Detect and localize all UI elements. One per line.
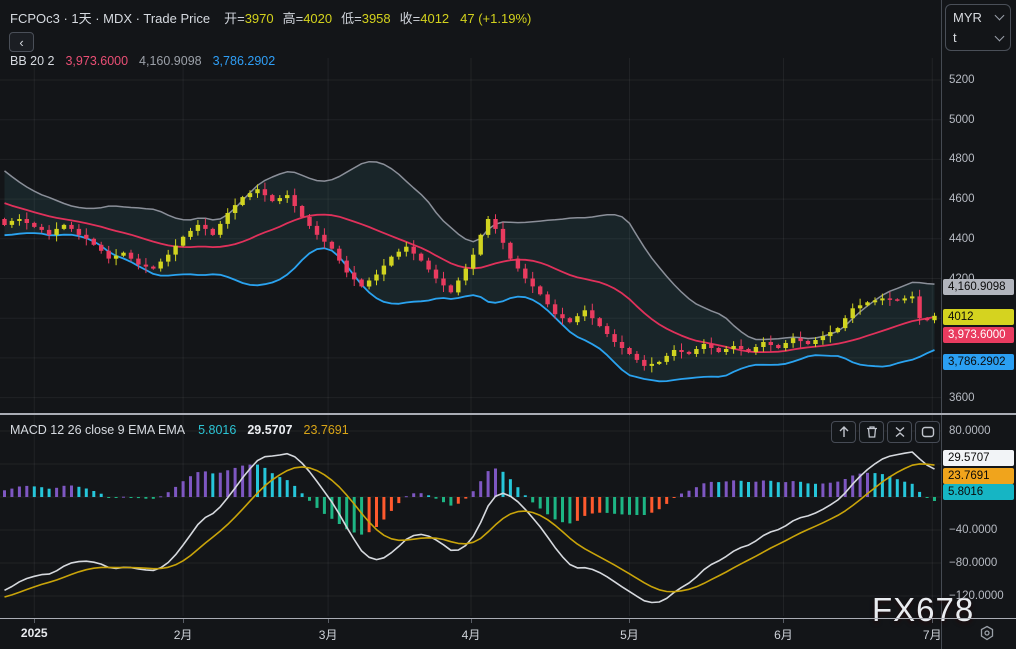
time-tick-label: 2025	[20, 626, 48, 640]
price-label-badge: 23.7691	[943, 468, 1014, 484]
back-button[interactable]: ‹	[9, 32, 34, 52]
axis-tick-label: 4600	[949, 193, 975, 206]
unit-dropdown[interactable]: t	[953, 28, 1005, 47]
time-tick-mark	[932, 619, 934, 623]
collapse-icon	[895, 426, 904, 438]
chevron-down-icon	[994, 10, 1005, 21]
time-tick-label: 3月	[318, 628, 338, 642]
axis-tick-label: 80.0000	[949, 425, 991, 437]
pane-divider-handle[interactable]	[0, 413, 1016, 415]
back-chevron-icon: ‹	[19, 34, 24, 50]
maximize-icon	[921, 426, 934, 438]
move-pane-up-button[interactable]	[831, 421, 856, 443]
trading-chart-app: FX678 FCPOc3 · 1天 · MDX · Trade Price 开=3…	[0, 0, 1016, 649]
currency-value: MYR	[953, 9, 982, 25]
price-macd-chart-canvas[interactable]	[0, 0, 941, 618]
trash-icon	[866, 426, 877, 438]
price-label-badge: 4,160.9098	[943, 279, 1014, 295]
price-label-badge: 3,786.2902	[943, 354, 1014, 370]
time-tick-mark	[34, 619, 36, 623]
time-tick-mark	[328, 619, 330, 623]
axis-settings-gear-icon[interactable]	[978, 624, 996, 642]
time-tick-mark	[470, 619, 472, 623]
display-unit-selector: MYR t	[945, 4, 1011, 51]
price-axis[interactable]: 520050004800460044004200360080.0000−40.0…	[941, 0, 1016, 618]
time-tick-label: 7月	[922, 628, 942, 642]
maximize-pane-button[interactable]	[915, 421, 940, 443]
axis-tick-label: −120.0000	[949, 590, 1004, 602]
axis-tick-label: −80.0000	[949, 557, 998, 569]
currency-dropdown[interactable]: MYR	[953, 8, 1005, 27]
time-tick-mark	[629, 619, 631, 623]
collapse-pane-button[interactable]	[887, 421, 912, 443]
indicator-pane-toolbar	[831, 421, 940, 443]
price-label-badge: 4012	[943, 309, 1014, 325]
time-axis[interactable]: 2025 2月 3月 4月 5月 6月 7月	[0, 618, 1016, 649]
axis-tick-label: 5200	[949, 74, 975, 86]
time-tick-mark	[183, 619, 185, 623]
price-label-badge: 3,973.6000	[943, 327, 1014, 343]
price-label-badge: 29.5707	[943, 450, 1014, 466]
time-tick-label: 6月	[774, 628, 793, 642]
arrow-up-icon	[839, 426, 848, 437]
price-label-badge: 5.8016	[943, 484, 1014, 500]
time-tick-label: 2月	[173, 628, 193, 642]
delete-indicator-button[interactable]	[859, 421, 884, 443]
axis-tick-label: −40.0000	[949, 524, 998, 536]
time-tick-mark	[783, 619, 785, 623]
unit-value: t	[953, 30, 957, 46]
axis-tick-label: 5000	[949, 113, 975, 126]
axis-tick-label: 4400	[949, 232, 975, 245]
time-tick-label: 4月	[461, 628, 481, 642]
chevron-down-icon	[994, 31, 1005, 42]
axis-tick-label: 4800	[949, 153, 975, 166]
axis-tick-label: 3600	[949, 391, 975, 404]
time-tick-label: 5月	[620, 628, 639, 642]
